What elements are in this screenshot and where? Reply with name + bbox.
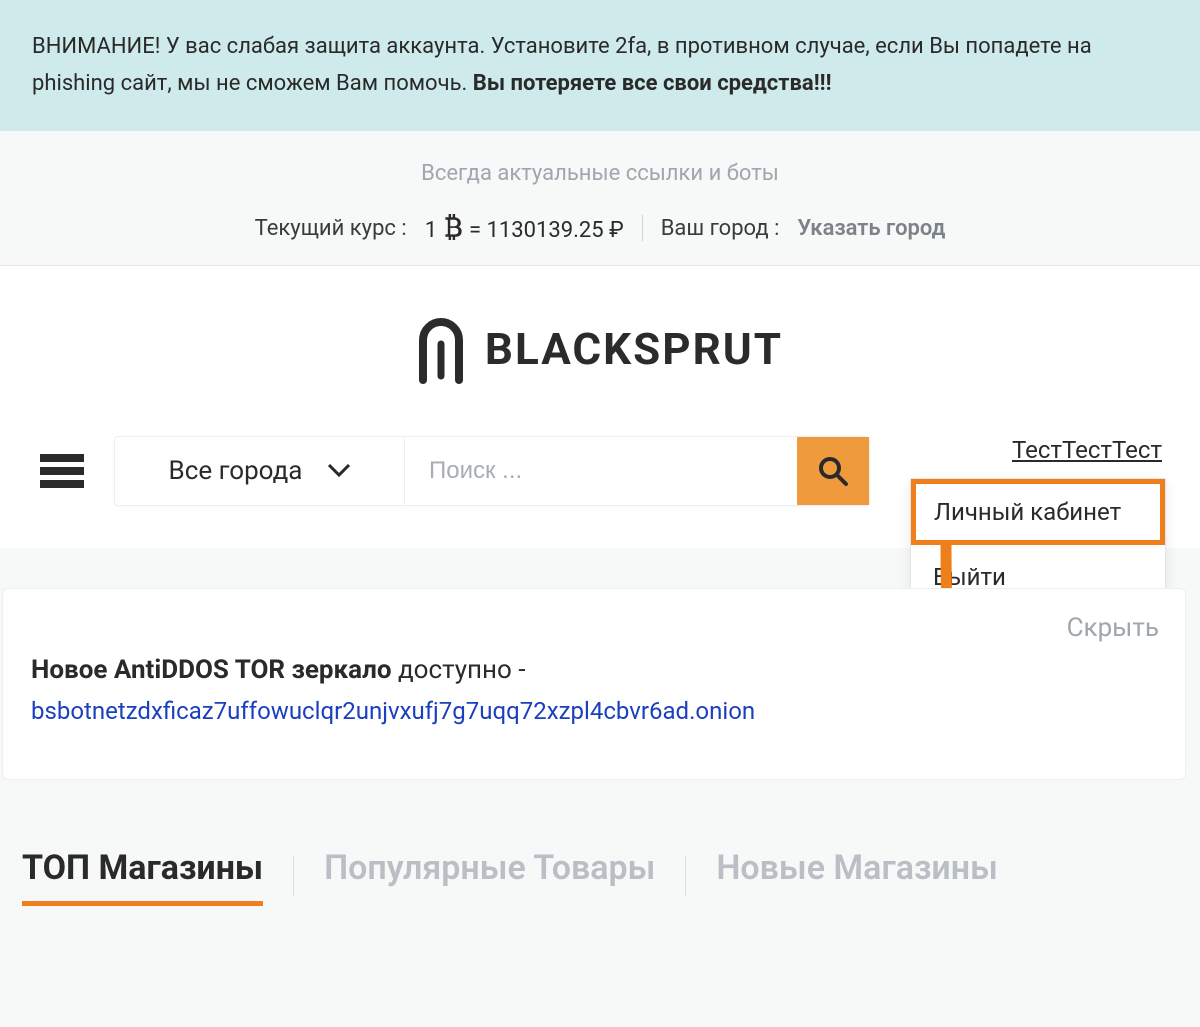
menu-button[interactable]: [40, 454, 84, 488]
notice-after: доступно -: [392, 655, 526, 685]
tab-popular-products[interactable]: Популярные Товары: [324, 848, 655, 904]
tab-top-shops[interactable]: ТОП Магазины: [22, 848, 263, 904]
city-set-link[interactable]: Указать город: [797, 216, 945, 241]
bitcoin-icon: [443, 214, 464, 240]
rate-city-line: Текущий курс : 1 = 1130139.25 ₽ Ваш горо…: [0, 214, 1200, 243]
separator: [685, 856, 686, 896]
hide-button[interactable]: Скрыть: [1067, 613, 1159, 643]
menu-item-profile[interactable]: Личный кабинет: [911, 479, 1165, 545]
site-logo[interactable]: BLACKSPRUT: [417, 314, 783, 384]
onion-link[interactable]: bsbotnetzdxficaz7uffowuclqr2unjvxufj7g7u…: [31, 697, 1157, 725]
category-tabs: ТОП Магазины Популярные Товары Новые Маг…: [0, 780, 1200, 904]
header: BLACKSPRUT Все города: [0, 266, 1200, 548]
city-select-label: Все города: [169, 456, 303, 486]
rate-value: = 1130139.25 ₽: [469, 218, 624, 243]
btc-rate: 1 = 1130139.25 ₽: [425, 214, 624, 243]
security-alert: ВНИМАНИЕ! У вас слабая защита аккаунта. …: [0, 0, 1200, 131]
mirror-notice-card: Скрыть Новое AntiDDOS TOR зеркало доступ…: [2, 588, 1186, 780]
notice-strong: Новое AntiDDOS TOR зеркало: [31, 655, 392, 685]
top-info-bar: Всегда актуальные ссылки и боты Текущий …: [0, 131, 1200, 266]
user-area: ТестТестТест Личный кабинет Выйти: [910, 436, 1166, 610]
user-name-link[interactable]: ТестТестТест: [910, 436, 1166, 464]
city-label: Ваш город :: [661, 216, 780, 241]
logo-icon: [417, 314, 465, 384]
notice-line: Новое AntiDDOS TOR зеркало доступно -: [31, 655, 1157, 685]
search-input[interactable]: [405, 437, 797, 505]
chevron-down-icon: [328, 464, 350, 478]
tab-new-shops[interactable]: Новые Магазины: [716, 848, 997, 904]
separator: [293, 856, 294, 896]
tagline: Всегда актуальные ссылки и боты: [0, 161, 1200, 186]
search-icon: [817, 455, 849, 487]
city-select[interactable]: Все города: [115, 437, 405, 505]
rate-label: Текущий курс :: [255, 216, 407, 241]
rate-prefix: 1: [425, 218, 437, 243]
alert-bold: Вы потеряете все свои средства!!!: [473, 71, 832, 96]
logo-text: BLACKSPRUT: [485, 323, 783, 375]
search-button[interactable]: [797, 437, 869, 505]
search-box: Все города: [114, 436, 870, 506]
separator: [642, 215, 643, 241]
